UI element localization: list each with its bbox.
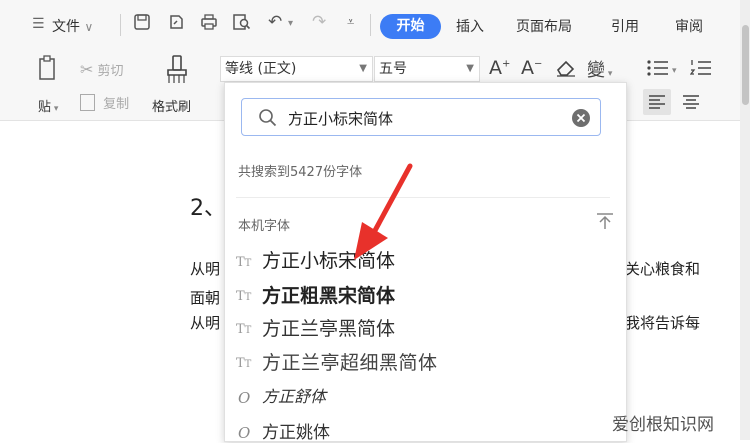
document-line: 从明 <box>190 314 221 332</box>
clear-format-icon[interactable] <box>555 58 577 82</box>
truetype-icon: TT <box>236 356 252 371</box>
divider <box>120 14 121 36</box>
chevron-down-icon: ∨ <box>84 20 94 34</box>
font-search-input[interactable]: 方正小标宋简体 <box>288 108 393 129</box>
chevron-down-icon: ▼ <box>466 63 474 74</box>
truetype-icon: TT <box>236 255 252 270</box>
shrink-font-icon[interactable]: A− <box>521 57 542 79</box>
cut-label: 剪切 <box>97 64 124 79</box>
font-list-item[interactable]: 方正粗黑宋简体 <box>262 281 395 308</box>
search-icon <box>258 108 278 132</box>
align-center-icon <box>683 95 699 109</box>
phonetic-guide-button[interactable]: 變 ▾ <box>587 56 612 82</box>
document-line: 从明 <box>190 260 221 278</box>
opentype-icon: O <box>238 389 251 407</box>
chevron-down-icon: ▼ <box>359 63 367 74</box>
numbered-list-icon[interactable] <box>689 58 712 82</box>
font-list-item[interactable]: 方正兰亭黑简体 <box>262 314 395 341</box>
truetype-icon: TT <box>236 322 252 337</box>
format-painter-icon[interactable] <box>165 55 189 89</box>
copy-icon <box>80 94 95 111</box>
annotation-arrow <box>354 163 413 260</box>
font-list-item[interactable]: 方正兰亭超细黑简体 <box>262 348 438 375</box>
tab-review[interactable]: 审阅 <box>675 16 703 36</box>
align-center-button[interactable] <box>678 89 704 119</box>
copy-button[interactable]: 复制 <box>80 93 129 112</box>
scrollbar-thumb[interactable] <box>742 25 749 105</box>
document-heading: 2、 <box>190 196 226 221</box>
pin-to-top-icon[interactable] <box>596 212 614 234</box>
file-menu-label: 文件 <box>52 19 80 35</box>
font-list-item[interactable]: 方正舒体 <box>262 383 326 407</box>
font-size-value: 五号 <box>379 61 407 77</box>
customize-toolbar-icon[interactable]: ⩡ <box>347 15 354 30</box>
undo-icon[interactable]: ↶ <box>268 12 282 32</box>
font-name-select[interactable]: 等线 (正文) ▼ <box>220 56 373 82</box>
bullet-list-icon[interactable] <box>646 58 670 82</box>
print-icon[interactable] <box>200 13 218 36</box>
paste-icon[interactable] <box>38 55 58 87</box>
paste-label: 贴 <box>38 100 52 115</box>
save-icon[interactable] <box>133 13 151 36</box>
truetype-icon: TT <box>236 289 252 304</box>
align-left-button[interactable] <box>643 89 671 115</box>
divider <box>370 14 371 36</box>
tab-page-layout[interactable]: 页面布局 <box>516 16 572 36</box>
divider <box>236 197 610 198</box>
scissors-icon: ✂ <box>80 60 94 79</box>
redo-icon[interactable]: ↷ <box>312 12 326 32</box>
font-size-select[interactable]: 五号 ▼ <box>374 56 480 82</box>
undo-dropdown-icon[interactable]: ▾ <box>288 18 293 29</box>
copy-label: 复制 <box>103 97 130 112</box>
print-preview-icon[interactable] <box>232 13 252 36</box>
document-line: 关心粮食和 <box>625 260 701 278</box>
tab-home[interactable]: 开始 <box>380 14 441 39</box>
document-line: 面朝 <box>190 289 221 307</box>
file-menu[interactable]: 文件 ∨ <box>52 16 93 36</box>
local-fonts-section-title: 本机字体 <box>238 219 291 234</box>
tab-references[interactable]: 引用 <box>611 16 639 36</box>
cut-button[interactable]: ✂ 剪切 <box>80 60 124 79</box>
font-list-item[interactable]: 方正姚体 <box>262 418 330 443</box>
paste-button[interactable]: 贴 ▾ <box>38 96 58 115</box>
menu-overflow-icon[interactable]: ☰ <box>32 16 45 32</box>
tab-insert[interactable]: 插入 <box>456 16 484 36</box>
font-name-value: 等线 (正文) <box>225 61 297 77</box>
document-line: 我将告诉每 <box>625 314 701 332</box>
phonetic-guide-glyph: 變 <box>587 60 605 81</box>
opentype-icon: O <box>238 424 251 442</box>
export-icon[interactable] <box>167 13 185 36</box>
bullet-dropdown-icon[interactable]: ▾ <box>672 66 677 76</box>
watermark: 爱创根知识网 <box>612 415 714 435</box>
align-left-icon <box>649 95 665 109</box>
format-painter-label[interactable]: 格式刷 <box>152 96 191 115</box>
grow-font-icon[interactable]: A+ <box>489 57 510 79</box>
clear-search-icon[interactable] <box>571 108 591 132</box>
